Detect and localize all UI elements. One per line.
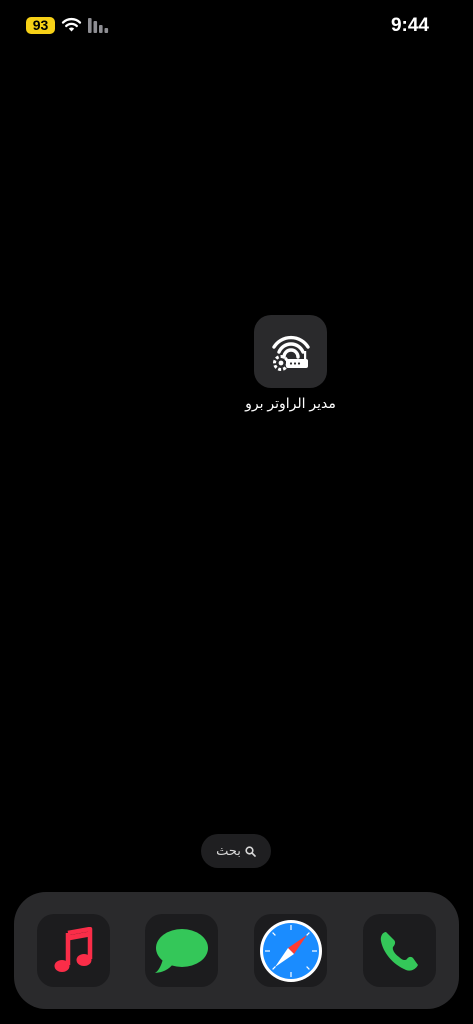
status-time: 9:44 (390, 15, 429, 36)
wifi-icon (61, 17, 82, 32)
app-label[interactable]: مدير الراوتر برو (218, 394, 363, 412)
search-button[interactable]: بحث (201, 834, 271, 868)
home-screen: 93 9:44 مدير الراوتر برو بحث (0, 0, 473, 1024)
cellular-signal-icon (88, 18, 109, 33)
battery-level-badge: 93 (26, 17, 55, 34)
phone-icon[interactable] (363, 914, 436, 987)
messages-icon[interactable] (145, 914, 218, 987)
search-label: بحث (216, 843, 241, 858)
status-bar: 93 9:44 (0, 0, 473, 54)
router-gear-wifi-icon[interactable] (254, 315, 327, 388)
safari-icon[interactable] (254, 914, 327, 987)
music-icon[interactable] (37, 914, 110, 987)
magnifying-glass-icon (245, 845, 256, 857)
dock (14, 892, 459, 1009)
